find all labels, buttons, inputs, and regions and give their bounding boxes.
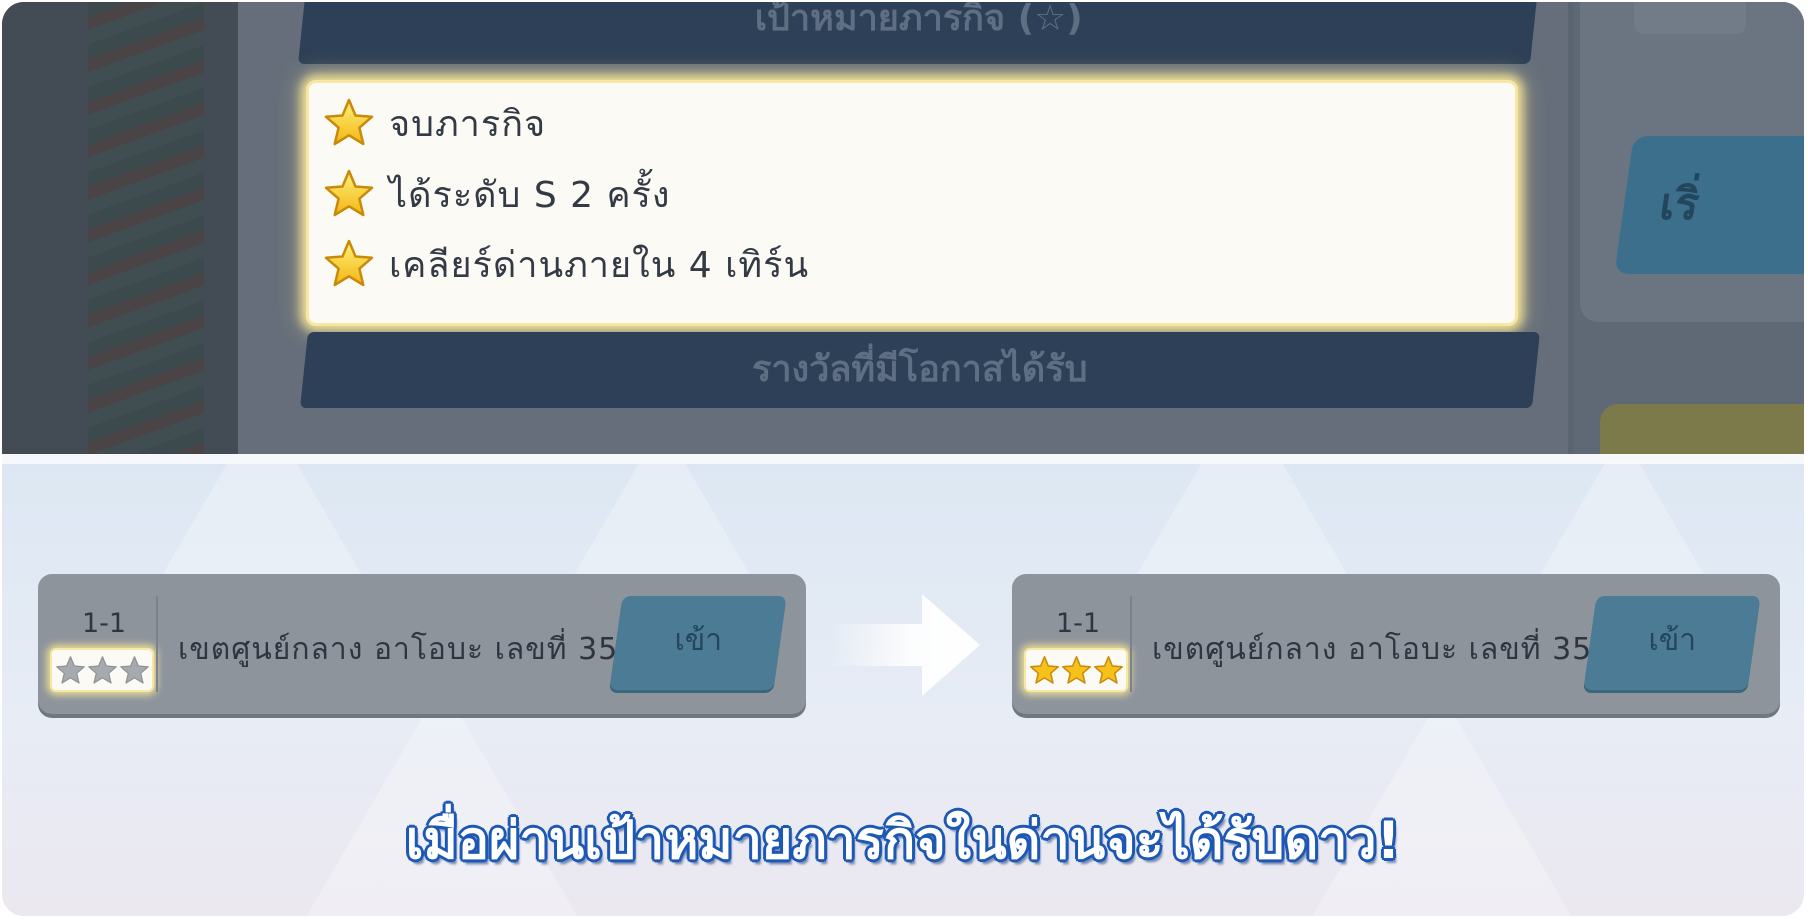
stage-code: 1-1 <box>1056 608 1101 639</box>
star-icon <box>1029 655 1059 684</box>
card-divider <box>1130 596 1132 692</box>
star-icon <box>324 239 374 287</box>
possible-rewards-header-label: รางวัลที่มีโอกาสได้รับ <box>752 349 1088 390</box>
enter-button-label: เข้า <box>1648 623 1697 658</box>
goal-item-label: ได้ระดับ S 2 ครั้ง <box>389 174 671 216</box>
stage-code: 1-1 <box>82 608 127 639</box>
star-empty-icon <box>87 655 117 684</box>
start-button-label: เริ่ <box>1656 179 1703 230</box>
star-explanation-panel: 1-1 เขตศูนย์กลาง อาโอบะ เลขที่ 35 เข้า 1… <box>2 464 1804 916</box>
stage-name: เขตศูนย์กลาง อาโอบะ เลขที่ 35 <box>1152 632 1593 667</box>
goal-item-label: เคลียร์ด่านภายใน 4 เทิร์น <box>389 244 810 286</box>
mission-goal-header: เป้าหมายภารกิจ (☆) <box>298 2 1538 64</box>
mission-goal-header-label: เป้าหมายภารกิจ (☆) <box>754 2 1083 39</box>
possible-rewards-header: รางวัลที่มีโอกาสได้รับ <box>300 332 1540 408</box>
mission-goals-list: จบภารกิจ ได้ระดับ S 2 ครั้ง เคลียร์ด่านภ… <box>306 80 1518 326</box>
caption-text: เมื่อผ่านเป้าหมายภารกิจในด่านจะได้รับดาว… <box>405 811 1401 871</box>
card-divider <box>156 596 158 692</box>
section-divider <box>2 454 1804 464</box>
start-button[interactable]: เริ่ <box>1614 136 1804 274</box>
stage-card-after: 1-1 เขตศูนย์กลาง อาโอบะ เลขที่ 35 เข้า <box>1012 574 1780 714</box>
goal-item: เคลียร์ด่านภายใน 4 เทิร์น <box>323 234 809 294</box>
enter-button[interactable]: เข้า <box>609 596 787 690</box>
enter-button[interactable]: เข้า <box>1583 596 1761 690</box>
star-icon <box>324 98 374 146</box>
stage-card-before: 1-1 เขตศูนย์กลาง อาโอบะ เลขที่ 35 เข้า <box>38 574 806 714</box>
star-icon <box>1061 655 1091 684</box>
mission-detail-panel: เริ่ เป้าหมายภารกิจ (☆) จบภารกิจ ได้ระดั… <box>2 2 1804 454</box>
star-rating-empty <box>50 648 154 692</box>
star-icon <box>324 169 374 217</box>
stage-name: เขตศูนย์กลาง อาโอบะ เลขที่ 35 <box>178 632 619 667</box>
star-empty-icon <box>55 655 85 684</box>
arrow-right-icon <box>830 594 980 696</box>
goal-item: ได้ระดับ S 2 ครั้ง <box>323 164 670 224</box>
enter-button-label: เข้า <box>674 623 723 658</box>
goal-item-label: จบภารกิจ <box>389 103 547 145</box>
secondary-yellow-button[interactable] <box>1600 404 1804 454</box>
screenshot-frame: เริ่ เป้าหมายภารกิจ (☆) จบภารกิจ ได้ระดั… <box>2 2 1804 916</box>
goal-item: จบภารกิจ <box>323 93 546 153</box>
star-icon <box>1093 655 1123 684</box>
right-top-chip <box>1634 2 1746 34</box>
star-rating-full <box>1024 648 1128 692</box>
background-art-strip <box>2 2 238 454</box>
star-empty-icon <box>119 655 149 684</box>
